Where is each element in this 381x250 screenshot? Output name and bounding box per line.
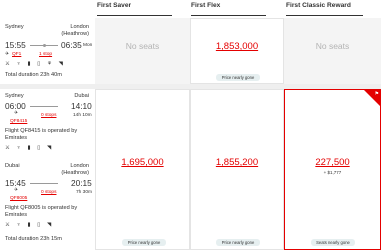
stops-link[interactable]: 1 stop	[39, 52, 52, 57]
arrival-day-offset: Mon	[83, 43, 93, 48]
departure-time: 15:55	[5, 40, 26, 50]
operated-by-text: Flight QF8005 is operated by	[5, 205, 78, 211]
airline-logo-icon: ✈	[14, 188, 19, 193]
fare-price[interactable]: 1,695,000	[96, 157, 189, 168]
departure-time: 15:45	[5, 178, 26, 188]
fare-cell-saver-2[interactable]: 1,695,000 Price nearly gone	[95, 89, 190, 250]
fare-cell-reward-2[interactable]: ⚑ 227,500 + $1,777 Seats nearly gone	[284, 89, 381, 250]
stop-dot	[43, 44, 46, 47]
flight-number-link[interactable]: QF8005	[10, 196, 27, 201]
amenity-icons: ⚔ ♆ ▮ ▯ ⚘ ◥	[5, 61, 66, 67]
amenity-icons: ⚔ ♆ ▮ ▯ ◥	[5, 145, 54, 151]
arrival-time: 06:35	[61, 40, 82, 50]
flight-panel-2[interactable]: Sydney Dubai 06:00 14:10 ✈ 0 stops 14h 1…	[0, 89, 95, 250]
operator-name: Emirates	[5, 212, 28, 218]
fare-cell-flex-1[interactable]: 1,853,000 Price nearly gone	[190, 18, 284, 84]
flag-icon: ⚑	[374, 91, 379, 97]
operator-name: Emirates	[5, 135, 28, 141]
airline-logo-icon: ✈	[14, 111, 19, 116]
destination-city: London	[70, 24, 89, 30]
no-seats-label: No seats	[125, 41, 160, 51]
fare-cash-component: + $1,777	[323, 170, 342, 175]
amenity-icons: ⚔ ♆ ▮ ▯ ◥	[5, 222, 54, 228]
segment-duration: 7h 30m	[76, 190, 92, 195]
fare-cell-saver-1: No seats	[95, 18, 190, 84]
fare-cell-flex-2[interactable]: 1,855,200 Price nearly gone	[190, 89, 284, 250]
destination-airport: (Heathrow)	[61, 170, 89, 176]
segment-duration: 14h 10m	[73, 113, 92, 118]
stops-link[interactable]: 0 stops	[41, 113, 56, 118]
fare-price[interactable]: 1,855,200	[191, 157, 283, 168]
route-line	[30, 183, 58, 184]
availability-badge: Price nearly gone	[216, 74, 260, 81]
fare-cell-reward-1: No seats	[284, 18, 381, 84]
flight-number-link[interactable]: QF8415	[10, 119, 27, 124]
column-header-first-flex: First Flex	[189, 2, 284, 16]
fare-price[interactable]: 1,853,000	[191, 41, 283, 52]
origin-city: Sydney	[5, 93, 24, 99]
total-duration: Total duration 23h 40m	[5, 72, 62, 78]
origin-city: Dubai	[5, 163, 20, 169]
departure-time: 06:00	[5, 101, 26, 111]
destination-city: Dubai	[74, 93, 89, 99]
flight-number-link[interactable]: QF1	[12, 52, 21, 57]
availability-badge: Seats nearly gone	[311, 239, 355, 246]
no-seats-label: No seats	[315, 41, 350, 51]
column-header-first-classic-reward: First Classic Reward	[284, 2, 381, 16]
operated-by-text: Flight QF8415 is operated by	[5, 128, 78, 134]
destination-city: London	[70, 163, 89, 169]
flight-panel-1[interactable]: Sydney London (Heathrow) 15:55 06:35 Mon…	[0, 18, 95, 84]
airline-logo-icon: ✈	[5, 52, 10, 57]
column-header-first-saver: First Saver	[95, 2, 190, 16]
availability-badge: Price nearly gone	[216, 239, 260, 246]
arrival-time: 14:10	[71, 101, 92, 111]
total-duration: Total duration 23h 15m	[5, 236, 62, 242]
arrival-time: 20:15	[71, 178, 92, 188]
route-line	[30, 106, 58, 107]
destination-airport: (Heathrow)	[61, 31, 89, 37]
availability-badge: Price nearly gone	[122, 239, 166, 246]
fare-header-row: First Saver First Flex First Classic Rew…	[0, 0, 381, 18]
stops-link[interactable]: 0 stops	[41, 190, 56, 195]
origin-city: Sydney	[5, 24, 24, 30]
fare-price[interactable]: 227,500	[285, 157, 380, 168]
